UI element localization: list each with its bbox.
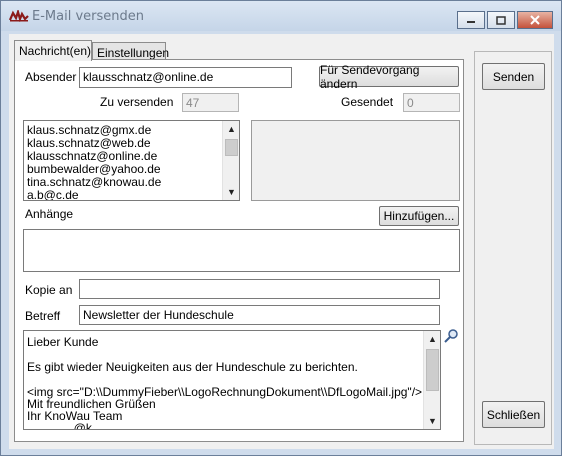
sent-count: 0 [403, 93, 460, 112]
message-body[interactable]: Lieber Kunde Es gibt wieder Neuigkeiten … [23, 330, 441, 430]
message-line: Lieber Kunde [27, 335, 99, 349]
attachments-list[interactable] [23, 229, 460, 272]
scroll-thumb[interactable] [426, 349, 439, 391]
list-item[interactable]: klaus.schnatz@gmx.de [27, 123, 151, 137]
scroll-down-icon[interactable]: ▼ [223, 184, 239, 200]
tab-nachrichten[interactable]: Nachricht(en) [14, 40, 92, 61]
close-icon [530, 15, 540, 25]
attachments-label: Anhänge [25, 207, 74, 221]
list-item[interactable]: klaus.schnatz@web.de [27, 136, 151, 150]
close-dialog-button[interactable]: Schließen [482, 401, 545, 428]
recipients-scrollbar[interactable]: ▲ ▼ [222, 121, 239, 200]
cc-label: Kopie an [25, 283, 73, 297]
client-area: Nachricht(en) Einstellungen Absender kla… [9, 34, 554, 449]
maximize-icon [496, 15, 506, 25]
messages-panel: Absender klausschnatz@online.de Für Send… [14, 59, 464, 442]
sender-label: Absender [25, 70, 77, 84]
to-send-count: 47 [182, 93, 239, 112]
scroll-thumb[interactable] [225, 139, 238, 156]
subject-field[interactable]: Newsletter der Hundeschule [79, 305, 440, 325]
sent-label: Gesendet [341, 95, 394, 109]
title-bar[interactable]: E-Mail versenden [1, 1, 561, 31]
minimize-button[interactable] [457, 11, 485, 29]
scroll-down-icon[interactable]: ▼ [424, 413, 440, 429]
to-send-label: Zu versenden [100, 95, 174, 109]
magnifier-icon[interactable] [443, 328, 459, 344]
message-scrollbar[interactable]: ▲ ▼ [423, 331, 440, 429]
maximize-button[interactable] [487, 11, 515, 29]
recipients-list[interactable]: klaus.schnatz@gmx.de klaus.schnatz@web.d… [23, 120, 240, 201]
sender-field[interactable]: klausschnatz@online.de [79, 67, 292, 88]
close-button[interactable] [517, 11, 553, 29]
list-item[interactable]: tina.schnatz@knowau.de [27, 175, 161, 189]
scroll-up-icon[interactable]: ▲ [223, 121, 239, 137]
preview-area [251, 120, 460, 201]
action-panel: Senden Schließen [474, 51, 552, 445]
message-line: ..............@k............ [27, 421, 132, 430]
subject-label: Betreff [25, 309, 61, 323]
list-item[interactable]: a.b@c.de [27, 188, 79, 200]
app-logo-icon [9, 10, 29, 22]
scroll-up-icon[interactable]: ▲ [424, 331, 440, 347]
change-sender-button[interactable]: Für Sendevorgang ändern [319, 63, 459, 91]
message-line: Es gibt wieder Neuigkeiten aus der Hunde… [27, 360, 358, 374]
email-window: E-Mail versenden Nachricht(en) Einstellu… [0, 0, 562, 456]
send-button[interactable]: Senden [482, 63, 545, 90]
minimize-icon [467, 21, 475, 23]
add-attachment-button[interactable]: Hinzufügen... [379, 206, 459, 226]
window-title: E-Mail versenden [32, 9, 144, 24]
list-item[interactable]: klausschnatz@online.de [27, 149, 157, 163]
cc-field[interactable] [79, 279, 440, 299]
list-item[interactable]: bumbewalder@yahoo.de [27, 162, 161, 176]
